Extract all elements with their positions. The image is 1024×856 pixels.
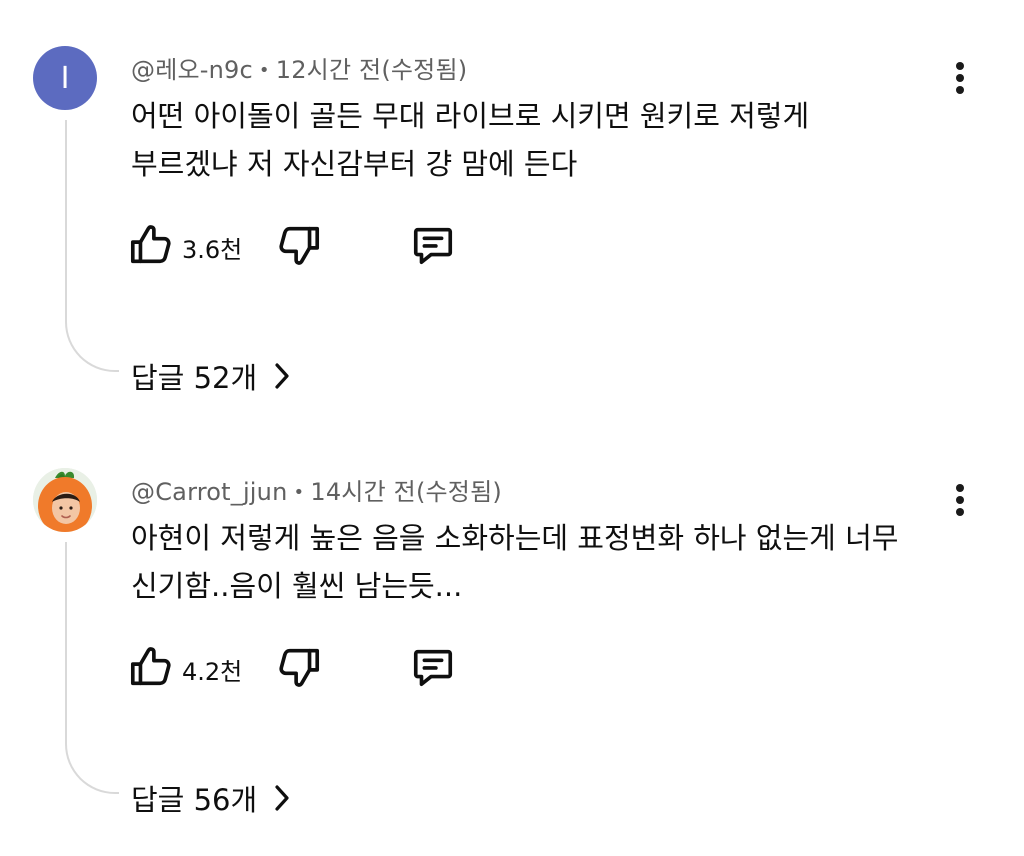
comment-author[interactable]: @Carrot_jjun [131,478,288,506]
comment-text: 어떤 아이돌이 골든 무대 라이브로 시키면 원키로 저렇게 부르겠냐 저 자신… [131,92,951,188]
comment-meta: @Carrot_jjun • 14시간 전(수정됨) [131,472,502,507]
comment-item: I @레오-n9c • 12시간 전(수정됨) 어떤 아이돌이 골든 무대 라이브로… [0,0,1024,428]
comment-item: @Carrot_jjun • 14시간 전(수정됨) 아현이 저렇게 높은 음을 소… [0,422,1024,850]
comment-text: 아현이 저렇게 높은 음을 소화하는데 표정변화 하나 없는게 너무 신기함..… [131,514,951,610]
chevron-right-icon [275,785,289,811]
comment-text-line: 어떤 아이돌이 골든 무대 라이브로 시키면 원키로 저렇게 [131,99,810,133]
more-vert-icon[interactable] [946,56,974,100]
comment-time: 14시간 전(수정됨) [310,478,502,506]
comment-icon[interactable] [410,644,456,690]
thumbs-down-icon[interactable] [276,644,322,690]
comment-icon[interactable] [410,222,456,268]
comment-text-line: 부르겠냐 저 자신감부터 걍 맘에 든다 [131,147,578,181]
like-count: 4.2천 [182,658,243,686]
comment-text-line: 아현이 저렇게 높은 음을 소화하는데 표정변화 하나 없는게 너무 [131,521,899,555]
comment-time: 12시간 전(수정됨) [275,56,468,84]
like-count: 3.6천 [182,236,243,264]
carrot-avatar-photo[interactable] [33,468,97,532]
avatar-letter: I [60,60,70,96]
thumbs-down-icon[interactable] [276,222,322,268]
comment-author[interactable]: @레오-n9c [131,56,253,84]
replies-label: 답글 56개 [131,783,258,817]
avatar[interactable]: I [33,46,97,110]
thread-line [65,120,119,372]
meta-separator: • [258,60,270,81]
comment-meta: @레오-n9c • 12시간 전(수정됨) [131,50,467,85]
meta-separator: • [293,482,305,503]
view-replies-button[interactable]: 답글 56개 [131,777,293,819]
replies-label: 답글 52개 [131,361,258,395]
chevron-right-icon [275,363,289,389]
thumbs-up-icon[interactable] [128,644,174,690]
comment-text-line: 신기함..음이 훨씬 남는듯... [131,569,463,603]
more-vert-icon[interactable] [946,478,974,522]
view-replies-button[interactable]: 답글 52개 [131,355,293,397]
thread-line [65,542,119,794]
thumbs-up-icon[interactable] [128,222,174,268]
